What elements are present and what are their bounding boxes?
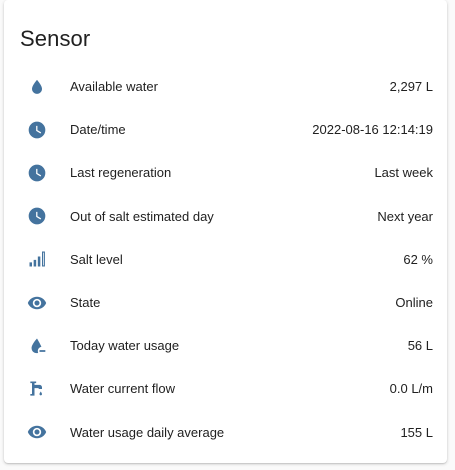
entity-name: Out of salt estimated day [70,208,214,224]
entity-row-date-time[interactable]: Date/time 2022-08-16 12:14:19 [4,108,447,151]
entity-name: State [70,295,101,311]
sensor-card: Sensor Available water 2,297 L Date/time… [4,0,447,463]
entity-row-state[interactable]: State Online [4,281,447,324]
entity-name: Salt level [70,251,123,267]
entity-row-today-water-usage[interactable]: Today water usage 56 L [4,324,447,367]
entity-value: 2022-08-16 12:14:19 [312,122,433,138]
entity-name: Date/time [70,122,126,138]
entity-value: 56 L [407,338,433,354]
entity-value: 155 L [400,424,433,440]
card-title: Sensor [20,26,91,51]
entity-row-last-regeneration[interactable]: Last regeneration Last week [4,151,447,194]
signal-bars-icon [27,249,47,269]
water-minus-icon [27,336,47,356]
clock-icon [27,206,47,226]
water-drop-icon [27,77,47,97]
entity-value: 0.0 L/m [389,381,433,397]
entity-list: Available water 2,297 L Date/time 2022-0… [4,65,447,454]
entity-name: Available water [70,79,158,95]
entity-value: Next year [377,208,433,224]
faucet-icon [27,379,47,399]
clock-icon [27,163,47,183]
entity-row-available-water[interactable]: Available water 2,297 L [4,65,447,108]
entity-row-water-usage-daily-average[interactable]: Water usage daily average 155 L [4,411,447,454]
entity-value: Last week [374,165,433,181]
entity-row-out-of-salt[interactable]: Out of salt estimated day Next year [4,195,447,238]
eye-icon [27,293,47,313]
entity-value: 2,297 L [389,79,433,95]
entity-name: Today water usage [70,338,180,354]
entity-name: Water usage daily average [70,424,225,440]
entity-name: Last regeneration [70,165,172,181]
entity-row-salt-level[interactable]: Salt level 62 % [4,238,447,281]
eye-icon [27,422,47,442]
entity-name: Water current flow [70,381,175,397]
entity-row-water-current-flow[interactable]: Water current flow 0.0 L/m [4,367,447,410]
entity-value: 62 % [403,251,433,267]
clock-icon [27,120,47,140]
entity-value: Online [395,295,433,311]
